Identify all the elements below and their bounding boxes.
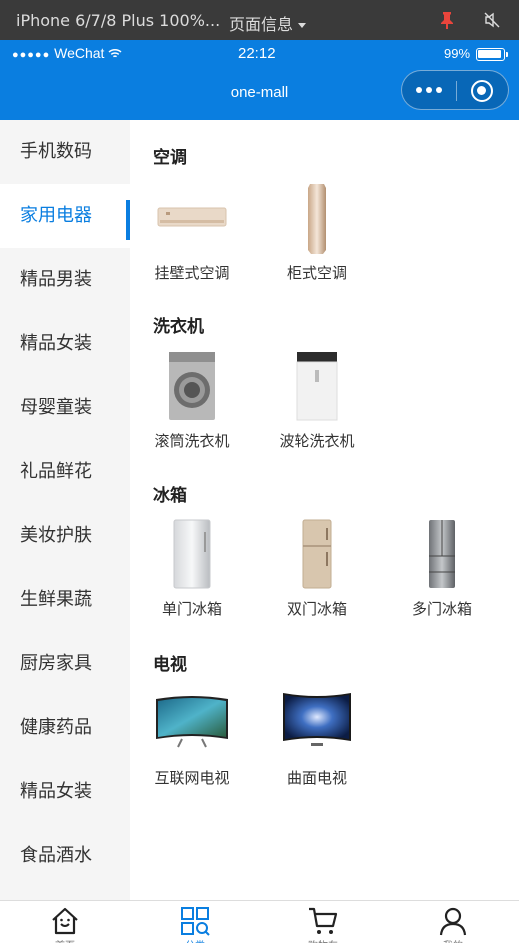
sidebar-item[interactable]: 生鲜果蔬 bbox=[0, 568, 130, 632]
home-icon bbox=[52, 907, 78, 935]
single-door-fridge-icon bbox=[152, 518, 232, 592]
status-time: 22:12 bbox=[238, 45, 276, 62]
category-content: 空调 挂壁式空调 柜式空调 洗衣机 滚筒洗衣机 波轮洗衣机 冰箱 单门冰箱 双门… bbox=[130, 120, 519, 900]
section-title: 冰箱 bbox=[153, 486, 187, 506]
tab-cart[interactable]: 购物车 bbox=[293, 905, 353, 945]
product-label: 多门冰箱 bbox=[411, 600, 472, 618]
page-info-dropdown[interactable]: 页面信息 bbox=[229, 11, 307, 35]
category-icon bbox=[181, 907, 210, 936]
pin-icon[interactable] bbox=[439, 11, 455, 33]
product-item[interactable]: 双门冰箱 bbox=[267, 518, 367, 619]
close-icon[interactable] bbox=[471, 80, 493, 102]
carrier-status: ●●●●● WeChat bbox=[12, 45, 122, 61]
wall-ac-icon bbox=[152, 182, 232, 256]
product-item[interactable]: 单门冰箱 bbox=[142, 518, 242, 619]
sidebar-item[interactable]: 厨房家具 bbox=[0, 632, 130, 696]
tab-bar: 首页 分类 购物车 我的 bbox=[0, 900, 519, 946]
product-item[interactable]: 滚筒洗衣机 bbox=[142, 350, 242, 451]
user-icon bbox=[439, 907, 467, 936]
tab-category[interactable]: 分类 bbox=[165, 905, 225, 945]
sidebar-item[interactable]: 美妆护肤 bbox=[0, 504, 130, 568]
smart-tv-icon bbox=[152, 687, 232, 761]
multi-door-fridge-icon bbox=[402, 518, 482, 592]
more-icon[interactable] bbox=[414, 79, 444, 101]
section-title: 洗衣机 bbox=[153, 317, 204, 337]
sidebar-item[interactable]: 健康药品 bbox=[0, 696, 130, 760]
sidebar-item[interactable]: 母婴童装 bbox=[0, 376, 130, 440]
sidebar-item[interactable]: 礼品鲜花 bbox=[0, 440, 130, 504]
top-load-washer-icon bbox=[277, 350, 357, 424]
product-label: 滚筒洗衣机 bbox=[154, 432, 230, 450]
device-selector[interactable]: iPhone 6/7/8 Plus 100%... bbox=[16, 11, 220, 30]
sidebar-item[interactable]: 手机数码 bbox=[0, 120, 130, 184]
cart-icon bbox=[309, 907, 338, 934]
product-label: 单门冰箱 bbox=[161, 600, 222, 618]
tower-ac-icon bbox=[277, 182, 357, 256]
tab-label: 分类 bbox=[165, 937, 225, 943]
chevron-down-icon bbox=[298, 23, 307, 28]
sidebar-item-active[interactable]: 家用电器 bbox=[0, 184, 130, 248]
wifi-icon bbox=[108, 48, 122, 58]
mini-program-capsule bbox=[401, 70, 509, 110]
mute-icon[interactable] bbox=[483, 11, 501, 33]
curved-tv-icon bbox=[277, 687, 357, 761]
sidebar-item[interactable]: 食品酒水 bbox=[0, 824, 130, 888]
double-door-fridge-icon bbox=[277, 518, 357, 592]
tab-label: 购物车 bbox=[293, 937, 353, 943]
devtools-bar: iPhone 6/7/8 Plus 100%... 页面信息 bbox=[0, 0, 519, 40]
product-item[interactable]: 曲面电视 bbox=[267, 687, 367, 788]
product-label: 挂壁式空调 bbox=[154, 264, 230, 282]
category-sidebar: 手机数码 家用电器 精品男装 精品女装 母婴童装 礼品鲜花 美妆护肤 生鲜果蔬 … bbox=[0, 120, 130, 900]
capsule-divider bbox=[456, 81, 457, 101]
product-item[interactable]: 多门冰箱 bbox=[392, 518, 492, 619]
navigation-bar: ●●●●● WeChat 22:12 99% one-mall bbox=[0, 40, 519, 120]
product-item[interactable]: 挂壁式空调 bbox=[142, 182, 242, 283]
tab-label: 我的 bbox=[423, 937, 483, 943]
tab-label: 首页 bbox=[35, 937, 95, 943]
front-load-washer-icon bbox=[152, 350, 232, 424]
section-title: 电视 bbox=[153, 655, 187, 675]
product-item[interactable]: 波轮洗衣机 bbox=[267, 350, 367, 451]
signal-icon: ●●●●● bbox=[12, 49, 51, 61]
page-info-label: 页面信息 bbox=[229, 15, 294, 34]
tab-profile[interactable]: 我的 bbox=[423, 905, 483, 945]
tab-home[interactable]: 首页 bbox=[35, 905, 95, 945]
product-label: 互联网电视 bbox=[154, 769, 230, 787]
sidebar-item[interactable]: 精品女装 bbox=[0, 760, 130, 824]
section-title: 空调 bbox=[153, 148, 187, 168]
sidebar-item[interactable]: 精品女装 bbox=[0, 312, 130, 376]
product-item[interactable]: 柜式空调 bbox=[267, 182, 367, 283]
product-label: 波轮洗衣机 bbox=[279, 432, 355, 450]
product-label: 双门冰箱 bbox=[286, 600, 347, 618]
battery-percent: 99% bbox=[444, 46, 471, 61]
battery-icon bbox=[476, 48, 508, 61]
product-label: 柜式空调 bbox=[286, 264, 347, 282]
product-item[interactable]: 互联网电视 bbox=[142, 687, 242, 788]
sidebar-item[interactable]: 精品男装 bbox=[0, 248, 130, 312]
product-label: 曲面电视 bbox=[286, 769, 347, 787]
carrier-name: WeChat bbox=[54, 45, 105, 61]
